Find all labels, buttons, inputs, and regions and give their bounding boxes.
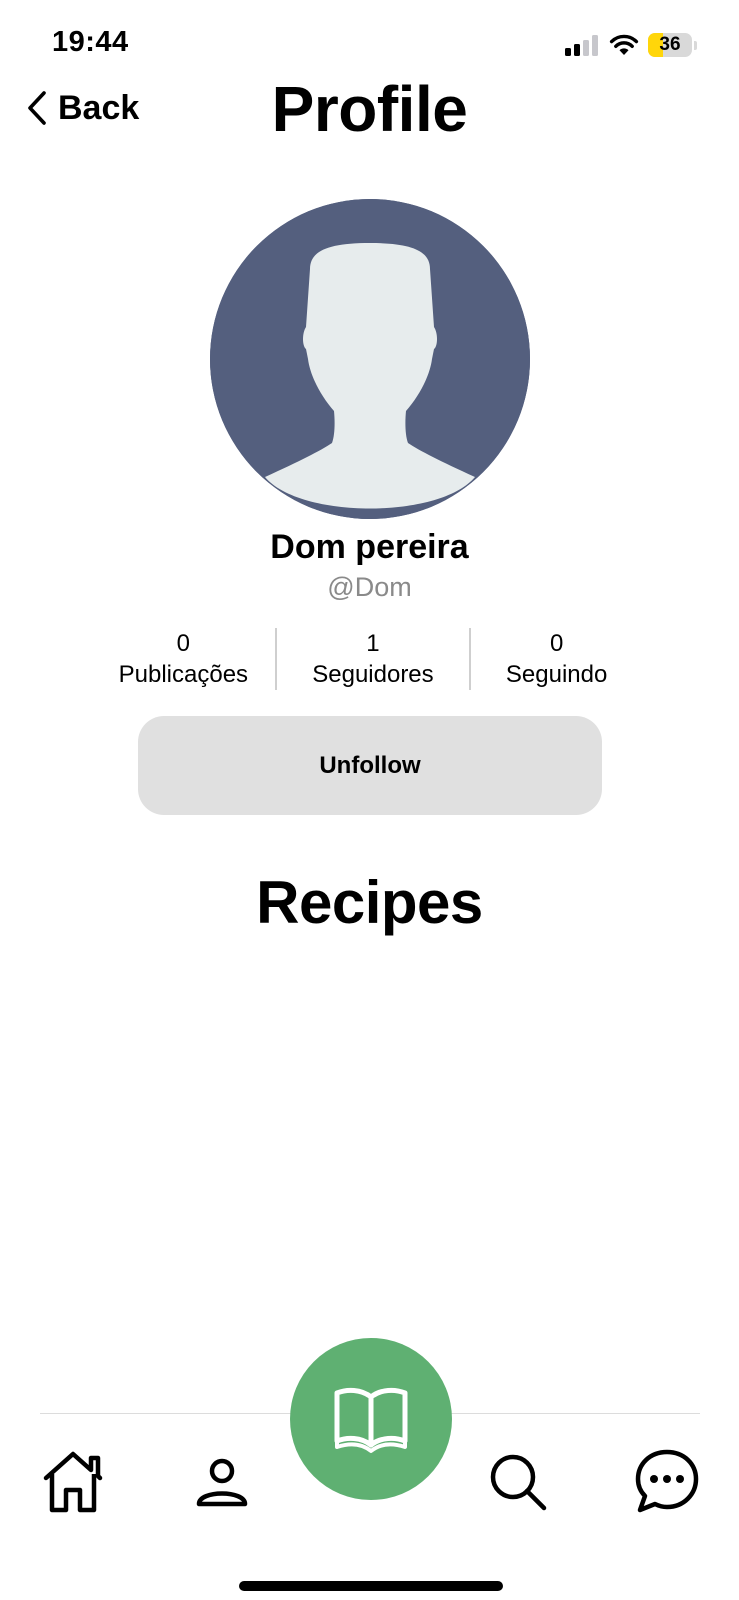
recipes-section-title: Recipes xyxy=(256,869,483,936)
tab-home[interactable] xyxy=(40,1448,106,1514)
status-icons: 36 xyxy=(565,30,697,60)
stat-label: Seguindo xyxy=(505,661,608,688)
stat-label: Publicações xyxy=(118,661,249,688)
default-user-avatar-icon xyxy=(210,199,530,519)
chat-bubble-icon xyxy=(635,1449,699,1513)
tab-messages[interactable] xyxy=(634,1448,700,1514)
status-time: 19:44 xyxy=(52,26,129,58)
battery-nub xyxy=(694,40,697,50)
search-icon xyxy=(490,1454,547,1511)
home-icon xyxy=(43,1451,103,1513)
profile-stats: 0 Publicações 1 Seguidores 0 Seguindo xyxy=(92,628,642,690)
tab-profile[interactable] xyxy=(196,1458,248,1508)
avatar xyxy=(210,199,530,519)
stat-value: 0 xyxy=(176,630,191,657)
stat-value: 1 xyxy=(366,630,380,657)
battery-level: 36 xyxy=(659,34,681,55)
open-book-icon xyxy=(334,1387,408,1453)
profile-screen: 19:44 36 Back Profile Dom pereira @Dom 0… xyxy=(0,0,739,1600)
stat-label: Seguidores xyxy=(312,661,434,688)
profile-name: Dom pereira xyxy=(270,528,469,566)
wifi-icon xyxy=(609,34,639,55)
page-title: Profile xyxy=(271,73,468,145)
stat-value: 0 xyxy=(549,630,564,657)
stat-seguindo[interactable]: 0 Seguindo xyxy=(471,628,642,690)
profile-handle: @Dom xyxy=(327,572,412,602)
home-indicator[interactable] xyxy=(239,1581,503,1591)
battery-icon: 36 xyxy=(648,33,692,57)
recipes-book-button[interactable] xyxy=(290,1338,452,1500)
cellular-signal-icon xyxy=(565,34,598,56)
person-icon xyxy=(196,1458,248,1507)
unfollow-button[interactable]: Unfollow xyxy=(138,716,602,815)
tab-search[interactable] xyxy=(488,1452,548,1512)
stat-seguidores[interactable]: 1 Seguidores xyxy=(277,628,470,690)
stat-publicacoes[interactable]: 0 Publicações xyxy=(92,628,275,690)
